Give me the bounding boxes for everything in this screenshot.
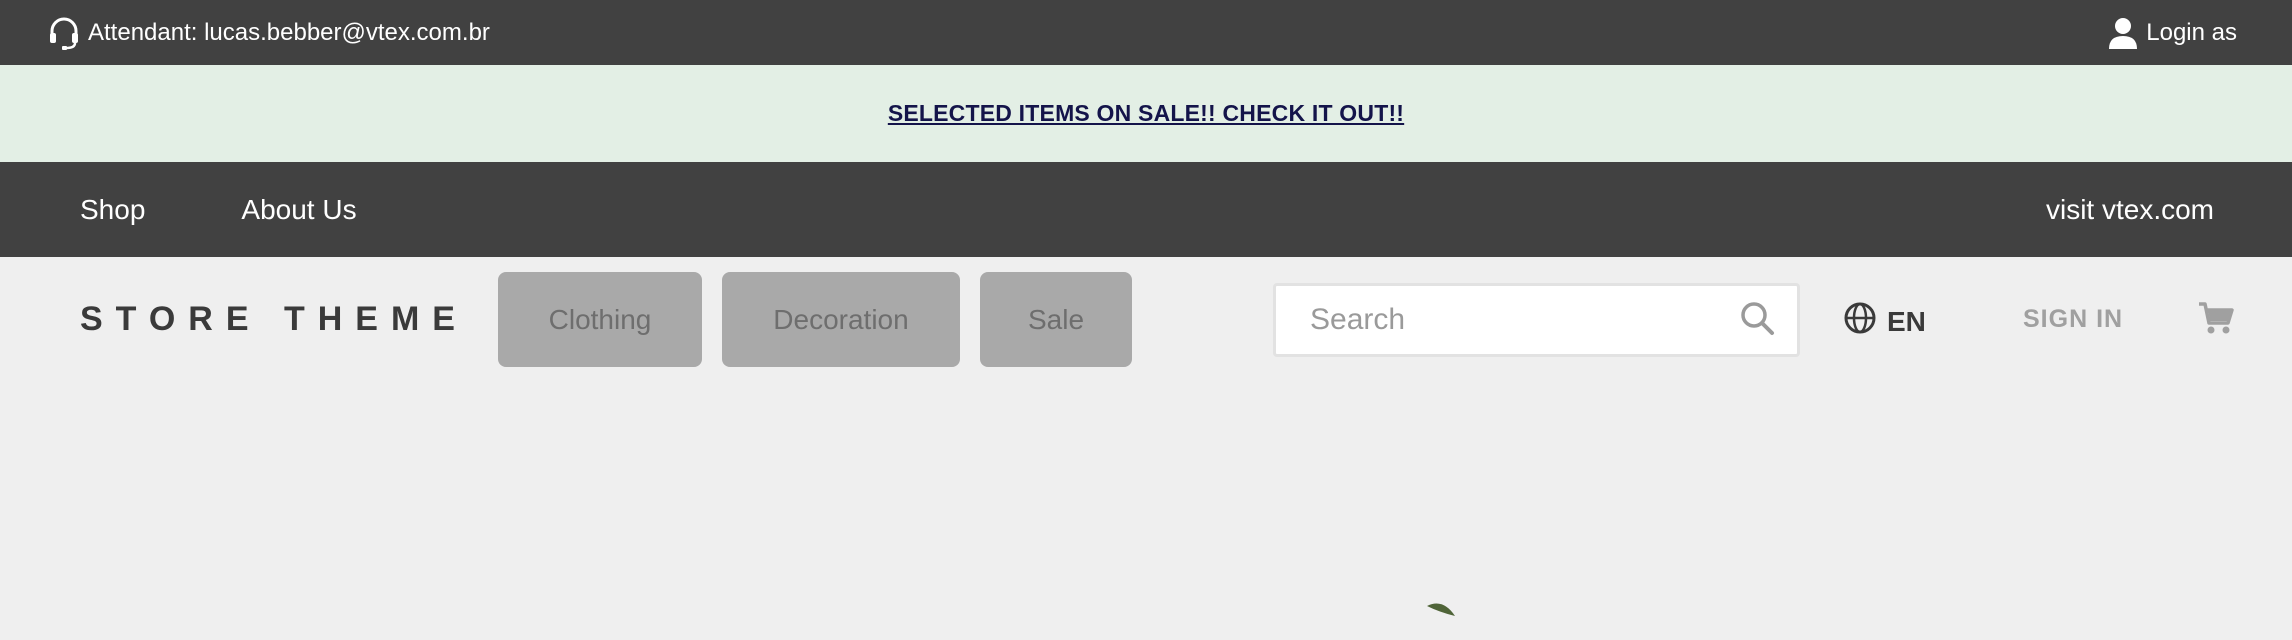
hero-image-leaf (1427, 603, 1455, 616)
category-button-sale[interactable]: Sale (980, 272, 1132, 367)
login-as-button[interactable]: Login as (2108, 17, 2237, 49)
nav-link-about-us[interactable]: About Us (241, 194, 356, 226)
user-icon (2108, 17, 2138, 49)
store-header: STORE THEME Clothing Decoration Sale EN … (0, 257, 2292, 382)
nav-link-shop[interactable]: Shop (80, 194, 145, 226)
nav-links: Shop About Us (80, 194, 357, 226)
attendant-text: Attendant: lucas.bebber@vtex.com.br (88, 18, 490, 46)
category-button-decoration[interactable]: Decoration (722, 272, 960, 367)
store-logo[interactable]: STORE THEME (80, 300, 468, 339)
language-label: EN (1887, 305, 1926, 337)
topbar: Attendant: lucas.bebber@vtex.com.br Logi… (0, 0, 2292, 65)
search-box (1273, 283, 1800, 357)
search-icon[interactable] (1739, 300, 1775, 341)
top-navigation: Shop About Us visit vtex.com (0, 162, 2292, 257)
promo-link[interactable]: SELECTED ITEMS ON SALE!! CHECK IT OUT!! (888, 100, 1404, 127)
cart-icon[interactable] (2198, 301, 2234, 340)
sign-in-button[interactable]: SIGN IN (2023, 305, 2123, 334)
category-button-clothing[interactable]: Clothing (498, 272, 702, 367)
globe-icon (1843, 301, 1877, 342)
language-selector[interactable]: EN (1843, 301, 1926, 342)
promo-banner: SELECTED ITEMS ON SALE!! CHECK IT OUT!! (0, 65, 2292, 162)
login-as-label: Login as (2146, 18, 2237, 46)
search-input[interactable] (1308, 302, 1739, 338)
attendant-info: Attendant: lucas.bebber@vtex.com.br (48, 16, 490, 50)
nav-link-visit-vtex[interactable]: visit vtex.com (2046, 194, 2214, 226)
headset-icon (48, 16, 80, 50)
